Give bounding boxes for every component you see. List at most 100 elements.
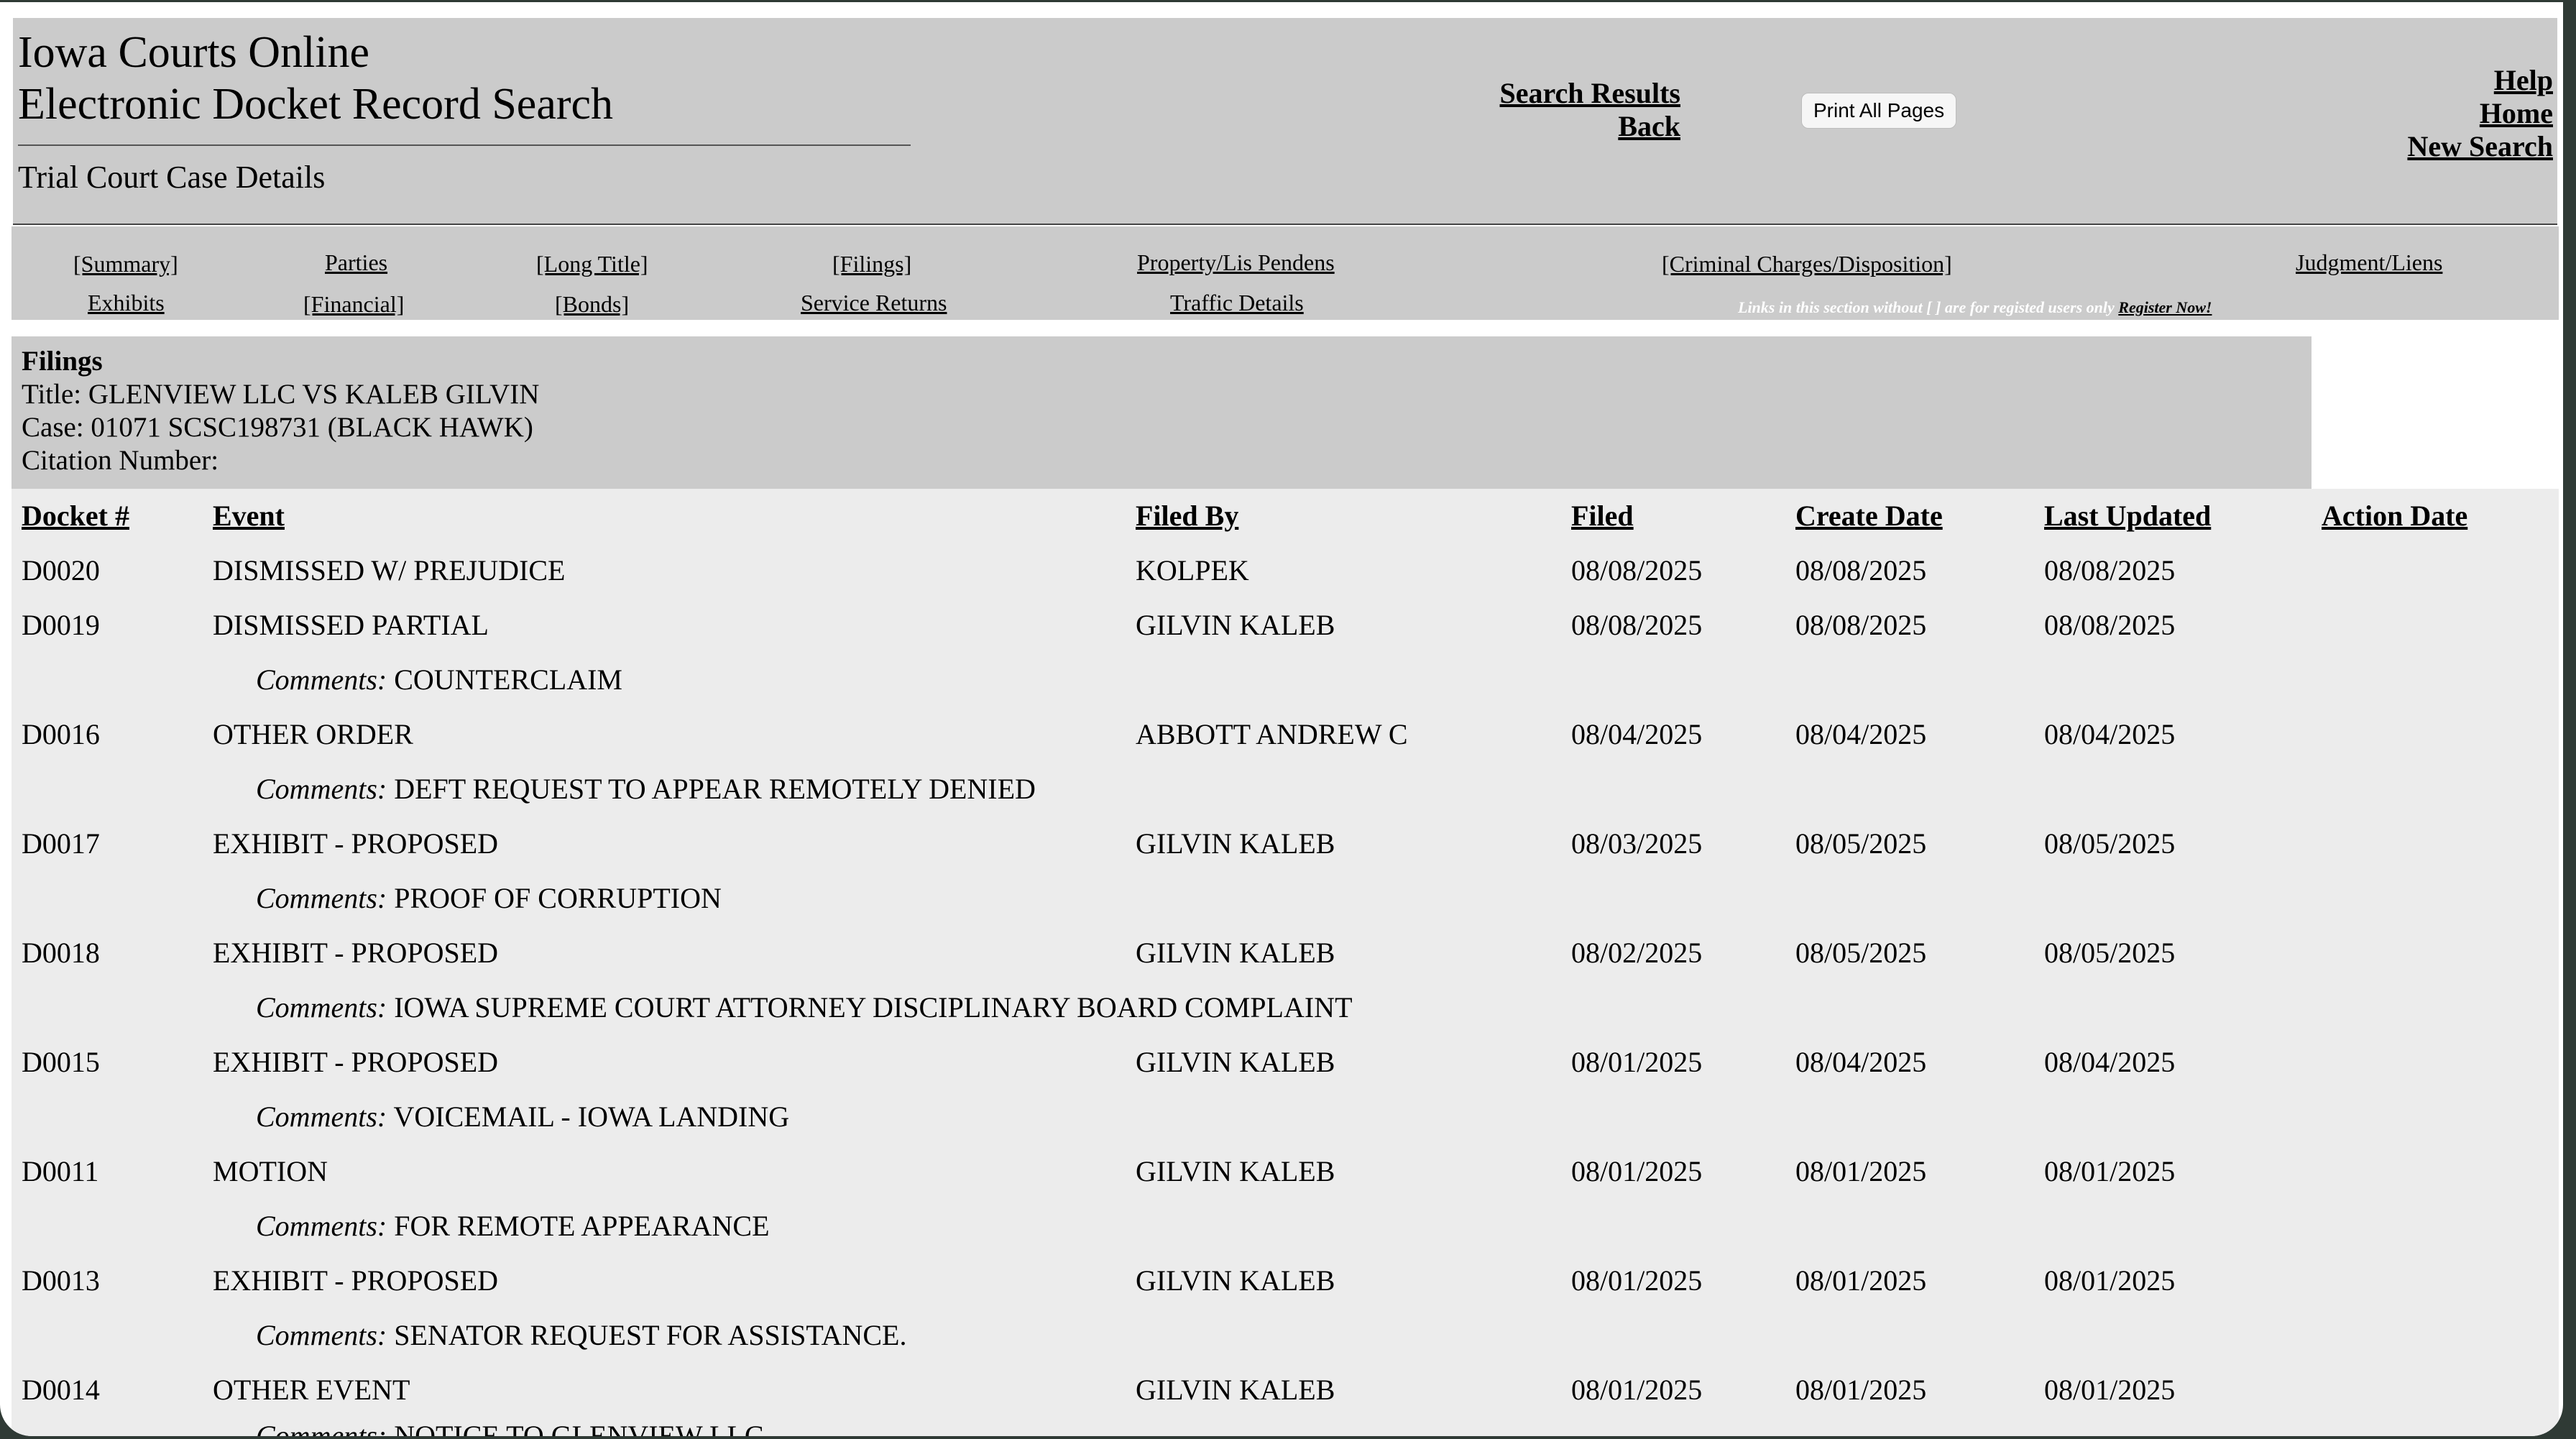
- last-updated-date: 08/04/2025: [2044, 1046, 2176, 1078]
- comment-label: Comments:: [256, 1100, 387, 1133]
- row-comment: Comments: PROOF OF CORRUPTION: [256, 881, 722, 915]
- row-comment: Comments: FOR REMOTE APPEARANCE: [256, 1209, 770, 1243]
- filed-by: GILVIN KALEB: [1136, 609, 1335, 641]
- filed-by: GILVIN KALEB: [1136, 937, 1335, 969]
- filed-date: 08/04/2025: [1571, 718, 1703, 750]
- nav-criminal-charges-label: [Criminal Charges/Disposition]: [1662, 251, 1952, 277]
- nav-parties[interactable]: Parties: [325, 249, 387, 276]
- create-date: 08/01/2025: [1795, 1155, 1927, 1187]
- column-header-create-date[interactable]: Create Date: [1795, 499, 1943, 533]
- nav-filings[interactable]: [Filings]: [832, 251, 911, 277]
- docket-number: D0011: [22, 1155, 99, 1187]
- comment-label: Comments:: [256, 882, 387, 914]
- nav-traffic-details[interactable]: Traffic Details: [1170, 290, 1304, 316]
- page-subtitle: Trial Court Case Details: [18, 160, 326, 195]
- filed-date: 08/01/2025: [1571, 1374, 1703, 1406]
- nav-summary-label: [Summary]: [73, 251, 178, 277]
- comment-text: FOR REMOTE APPEARANCE: [394, 1210, 770, 1242]
- column-header-event[interactable]: Event: [213, 499, 285, 533]
- back-link[interactable]: Back: [1450, 110, 1680, 143]
- last-updated-date: 08/08/2025: [2044, 609, 2176, 641]
- print-all-pages-button[interactable]: Print All Pages: [1801, 93, 1957, 129]
- event-name: EXHIBIT - PROPOSED: [213, 827, 499, 860]
- case-number: Case: 01071 SCSC198731 (BLACK HAWK): [22, 412, 533, 443]
- browser-window: Iowa Courts Online Electronic Docket Rec…: [0, 2, 2563, 1436]
- comment-label: Comments:: [256, 663, 387, 696]
- nav-property-lis-pendens[interactable]: Property/Lis Pendens: [1137, 249, 1335, 276]
- nav-long-title[interactable]: [Long Title]: [536, 251, 648, 277]
- nav-bonds[interactable]: [Bonds]: [555, 291, 629, 318]
- nav-filings-label: [Filings]: [832, 251, 912, 277]
- last-updated-date: 08/05/2025: [2044, 827, 2176, 860]
- column-header-action-date[interactable]: Action Date: [2322, 499, 2467, 533]
- filed-date: 08/01/2025: [1571, 1046, 1703, 1078]
- filed-by: GILVIN KALEB: [1136, 827, 1335, 860]
- event-name: OTHER EVENT: [213, 1374, 410, 1406]
- filed-by: GILVIN KALEB: [1136, 1046, 1335, 1078]
- column-header-last-updated[interactable]: Last Updated: [2044, 499, 2211, 533]
- column-header-filed-by[interactable]: Filed By: [1136, 499, 1238, 533]
- column-header-filed[interactable]: Filed: [1571, 499, 1634, 533]
- docket-number: D0013: [22, 1264, 100, 1297]
- comment-text: VOICEMAIL - IOWA LANDING: [393, 1100, 790, 1133]
- filed-date: 08/08/2025: [1571, 609, 1703, 641]
- create-date: 08/04/2025: [1795, 718, 1927, 750]
- new-search-link[interactable]: New Search: [2407, 130, 2553, 163]
- last-updated-date: 08/01/2025: [2044, 1155, 2176, 1187]
- row-comment: Comments: COUNTERCLAIM: [256, 663, 622, 696]
- case-info-panel: Filings Title: GLENVIEW LLC VS KALEB GIL…: [12, 336, 2312, 489]
- last-updated-date: 08/08/2025: [2044, 554, 2176, 587]
- row-comment: Comments: SENATOR REQUEST FOR ASSISTANCE…: [256, 1318, 906, 1352]
- nav-judgment-liens[interactable]: Judgment/Liens: [2296, 249, 2442, 276]
- nav-financial[interactable]: [Financial]: [303, 291, 404, 318]
- column-header-docket[interactable]: Docket #: [22, 499, 129, 533]
- filed-date: 08/01/2025: [1571, 1155, 1703, 1187]
- docket-number: D0020: [22, 554, 100, 587]
- page-header: Iowa Courts Online Electronic Docket Rec…: [13, 18, 2557, 225]
- last-updated-date: 08/01/2025: [2044, 1264, 2176, 1297]
- nav-bonds-label: [Bonds]: [555, 291, 630, 317]
- citation-number: Citation Number:: [22, 445, 219, 476]
- comment-label: Comments:: [256, 1319, 387, 1351]
- home-link[interactable]: Home: [2407, 97, 2553, 130]
- title-divider: [18, 144, 911, 146]
- site-title-line1: Iowa Courts Online: [18, 28, 370, 77]
- comment-text: NOTICE TO GLENVIEW LLC: [394, 1420, 764, 1436]
- nav-exhibits[interactable]: Exhibits: [88, 290, 165, 316]
- filed-date: 08/03/2025: [1571, 827, 1703, 860]
- nav-summary[interactable]: [Summary]: [73, 251, 178, 277]
- site-title: Iowa Courts Online Electronic Docket Rec…: [18, 27, 613, 130]
- filed-by: KOLPEK: [1136, 554, 1249, 587]
- filed-by: GILVIN KALEB: [1136, 1264, 1335, 1297]
- filed-date: 08/01/2025: [1571, 1264, 1703, 1297]
- last-updated-date: 08/05/2025: [2044, 937, 2176, 969]
- comment-label: Comments:: [256, 1210, 387, 1242]
- register-now-link[interactable]: Register Now!: [2118, 298, 2212, 316]
- help-link[interactable]: Help: [2407, 64, 2553, 97]
- create-date: 08/05/2025: [1795, 827, 1927, 860]
- last-updated-date: 08/04/2025: [2044, 718, 2176, 750]
- docket-number: D0016: [22, 718, 100, 750]
- case-nav: [Summary] Parties [Long Title] [Filings]…: [12, 226, 2559, 320]
- comment-text: PROOF OF CORRUPTION: [394, 882, 722, 914]
- comment-text: COUNTERCLAIM: [394, 663, 622, 696]
- event-name: EXHIBIT - PROPOSED: [213, 1046, 499, 1078]
- registered-users-note: Links in this section without [ ] are fo…: [1738, 298, 2212, 317]
- create-date: 08/01/2025: [1795, 1374, 1927, 1406]
- comment-label: Comments:: [256, 991, 387, 1024]
- create-date: 08/08/2025: [1795, 554, 1927, 587]
- event-name: EXHIBIT - PROPOSED: [213, 1264, 499, 1297]
- nav-criminal-charges[interactable]: [Criminal Charges/Disposition]: [1662, 251, 1952, 277]
- search-results-link[interactable]: Search Results: [1450, 77, 1680, 110]
- site-title-line2: Electronic Docket Record Search: [18, 80, 614, 129]
- nav-service-returns[interactable]: Service Returns: [801, 290, 947, 316]
- event-name: EXHIBIT - PROPOSED: [213, 937, 499, 969]
- case-title: Title: GLENVIEW LLC VS KALEB GILVIN: [22, 379, 540, 410]
- comment-text: IOWA SUPREME COURT ATTORNEY DISCIPLINARY…: [394, 991, 1353, 1024]
- header-divider: [13, 224, 2557, 225]
- event-name: DISMISSED PARTIAL: [213, 609, 489, 641]
- row-comment: Comments: VOICEMAIL - IOWA LANDING: [256, 1100, 789, 1134]
- create-date: 08/01/2025: [1795, 1264, 1927, 1297]
- registered-users-note-text: Links in this section without [ ] are fo…: [1738, 298, 2115, 316]
- create-date: 08/04/2025: [1795, 1046, 1927, 1078]
